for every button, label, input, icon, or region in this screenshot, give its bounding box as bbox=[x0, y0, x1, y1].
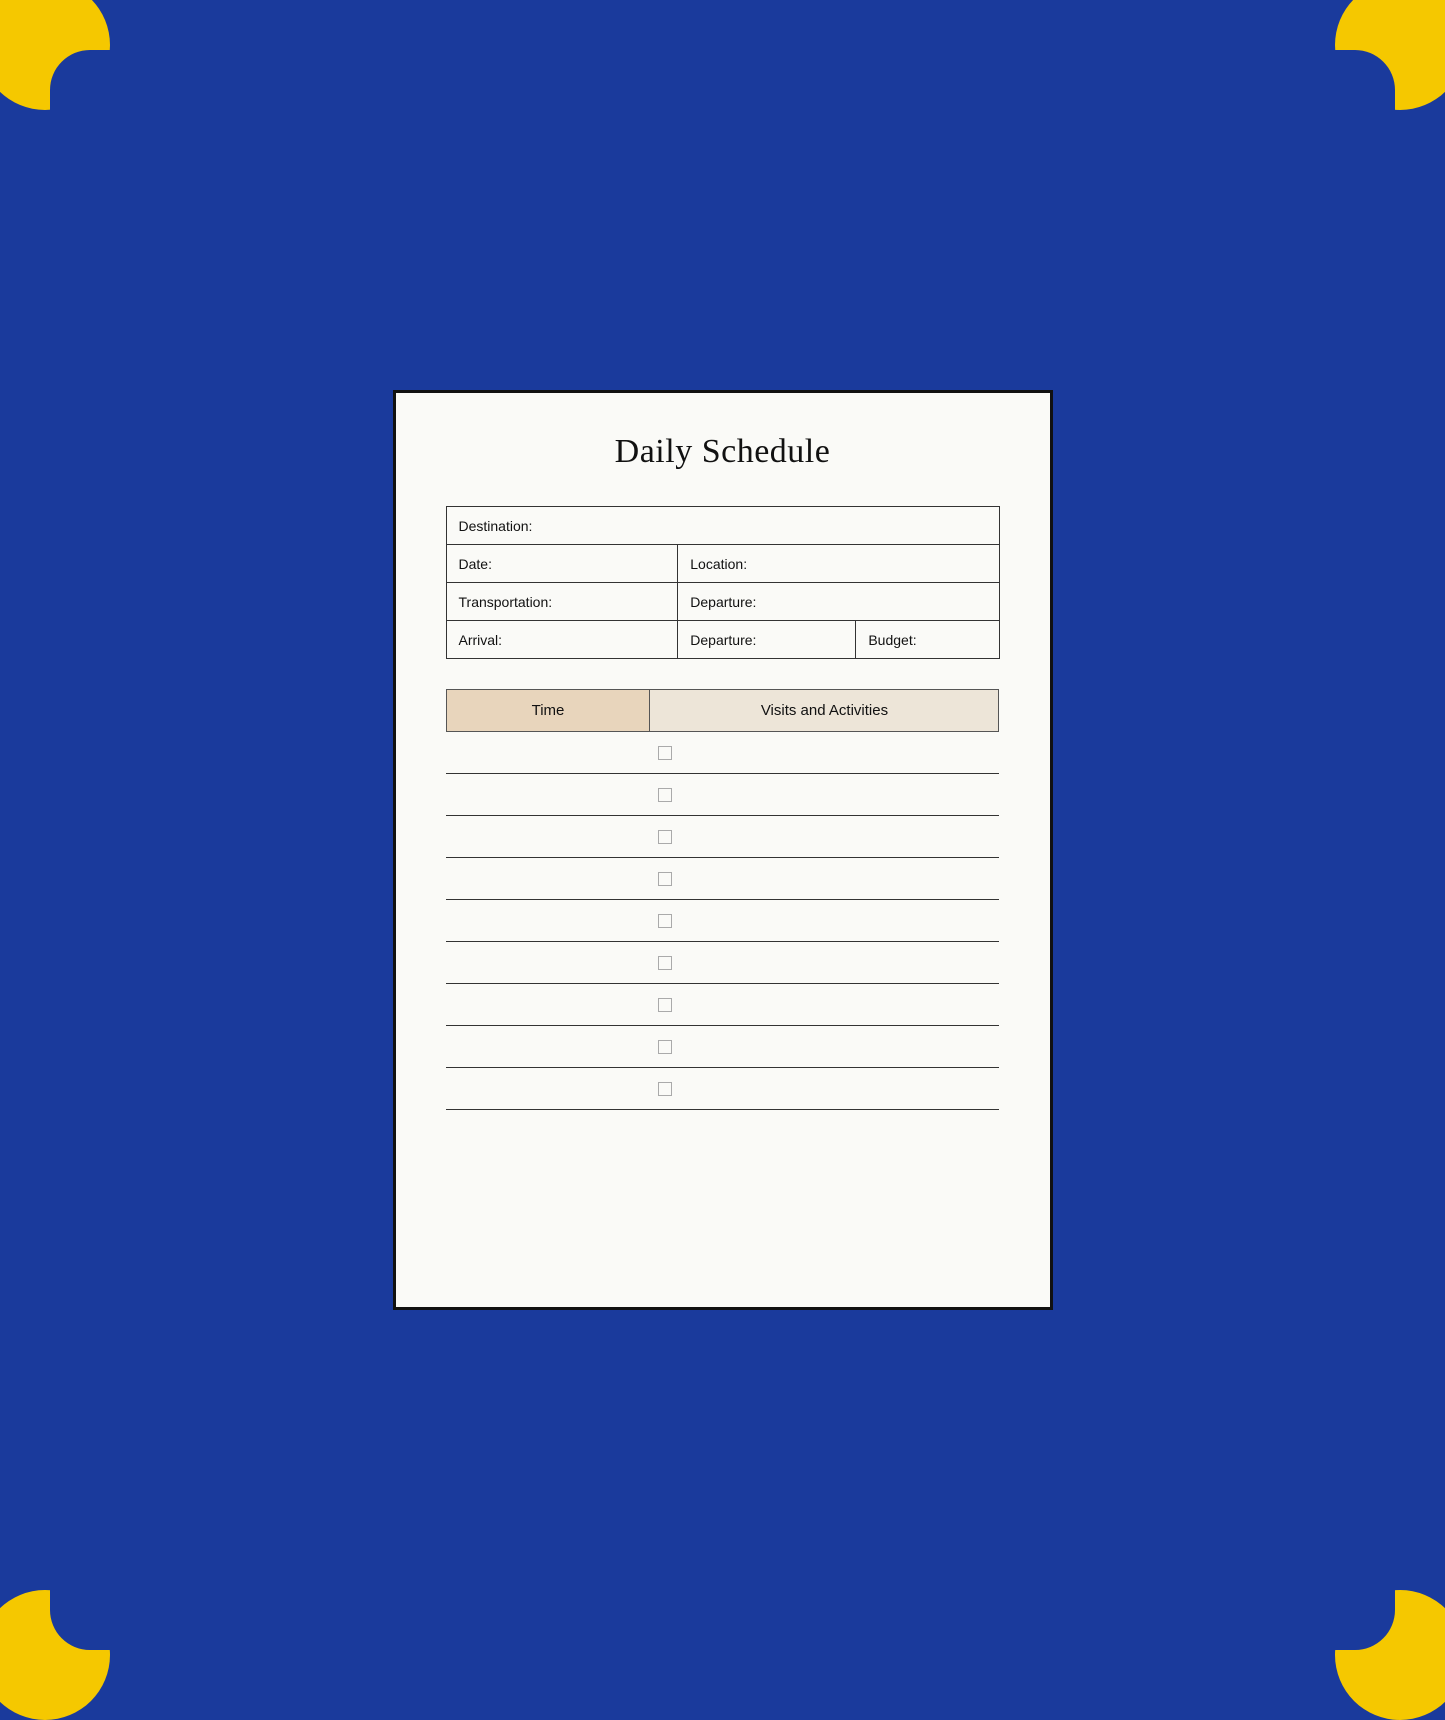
transportation-field: Transportation: bbox=[446, 583, 678, 621]
time-column-header: Time bbox=[446, 689, 651, 732]
checkbox-icon[interactable] bbox=[658, 830, 672, 844]
activity-cell bbox=[650, 732, 999, 774]
table-row bbox=[446, 900, 1000, 942]
table-row bbox=[446, 732, 1000, 774]
activity-cell bbox=[650, 984, 999, 1026]
corner-decoration-br bbox=[1335, 1590, 1445, 1720]
table-row bbox=[446, 984, 1000, 1026]
checkbox-icon[interactable] bbox=[658, 1082, 672, 1096]
budget-field: Budget: bbox=[856, 621, 999, 659]
time-cell bbox=[446, 984, 651, 1026]
corner-decoration-bl bbox=[0, 1590, 110, 1720]
time-cell bbox=[446, 900, 651, 942]
checkbox-icon[interactable] bbox=[658, 914, 672, 928]
departure2-field: Departure: bbox=[678, 621, 856, 659]
arrival-field: Arrival: bbox=[446, 621, 678, 659]
table-row bbox=[446, 942, 1000, 984]
table-row bbox=[446, 1068, 1000, 1110]
checkbox-icon[interactable] bbox=[658, 746, 672, 760]
activity-cell bbox=[650, 1068, 999, 1110]
checkbox-icon[interactable] bbox=[658, 998, 672, 1012]
table-row bbox=[446, 1026, 1000, 1068]
table-row bbox=[446, 816, 1000, 858]
activity-cell bbox=[650, 858, 999, 900]
schedule-rows bbox=[446, 732, 1000, 1110]
corner-decoration-tl bbox=[0, 0, 110, 110]
time-cell bbox=[446, 1068, 651, 1110]
checkbox-icon[interactable] bbox=[658, 872, 672, 886]
time-cell bbox=[446, 774, 651, 816]
info-table: Destination: Date: Location: Transportat… bbox=[446, 506, 1000, 659]
activity-cell bbox=[650, 1026, 999, 1068]
checkbox-icon[interactable] bbox=[658, 956, 672, 970]
schedule-header: Time Visits and Activities bbox=[446, 689, 1000, 732]
departure-field: Departure: bbox=[678, 583, 999, 621]
time-cell bbox=[446, 1026, 651, 1068]
activity-cell bbox=[650, 816, 999, 858]
location-field: Location: bbox=[678, 545, 999, 583]
activity-cell bbox=[650, 900, 999, 942]
time-cell bbox=[446, 816, 651, 858]
document-page: Daily Schedule Destination: Date: Locati… bbox=[393, 390, 1053, 1310]
date-field: Date: bbox=[446, 545, 678, 583]
schedule-section: Time Visits and Activities bbox=[446, 689, 1000, 1110]
time-cell bbox=[446, 942, 651, 984]
table-row bbox=[446, 774, 1000, 816]
activity-cell bbox=[650, 774, 999, 816]
activity-cell bbox=[650, 942, 999, 984]
checkbox-icon[interactable] bbox=[658, 1040, 672, 1054]
corner-decoration-tr bbox=[1335, 0, 1445, 110]
page-title: Daily Schedule bbox=[446, 433, 1000, 471]
table-row bbox=[446, 858, 1000, 900]
destination-field: Destination: bbox=[446, 507, 999, 545]
time-cell bbox=[446, 858, 651, 900]
checkbox-icon[interactable] bbox=[658, 788, 672, 802]
activities-column-header: Visits and Activities bbox=[650, 689, 999, 732]
time-cell bbox=[446, 732, 651, 774]
